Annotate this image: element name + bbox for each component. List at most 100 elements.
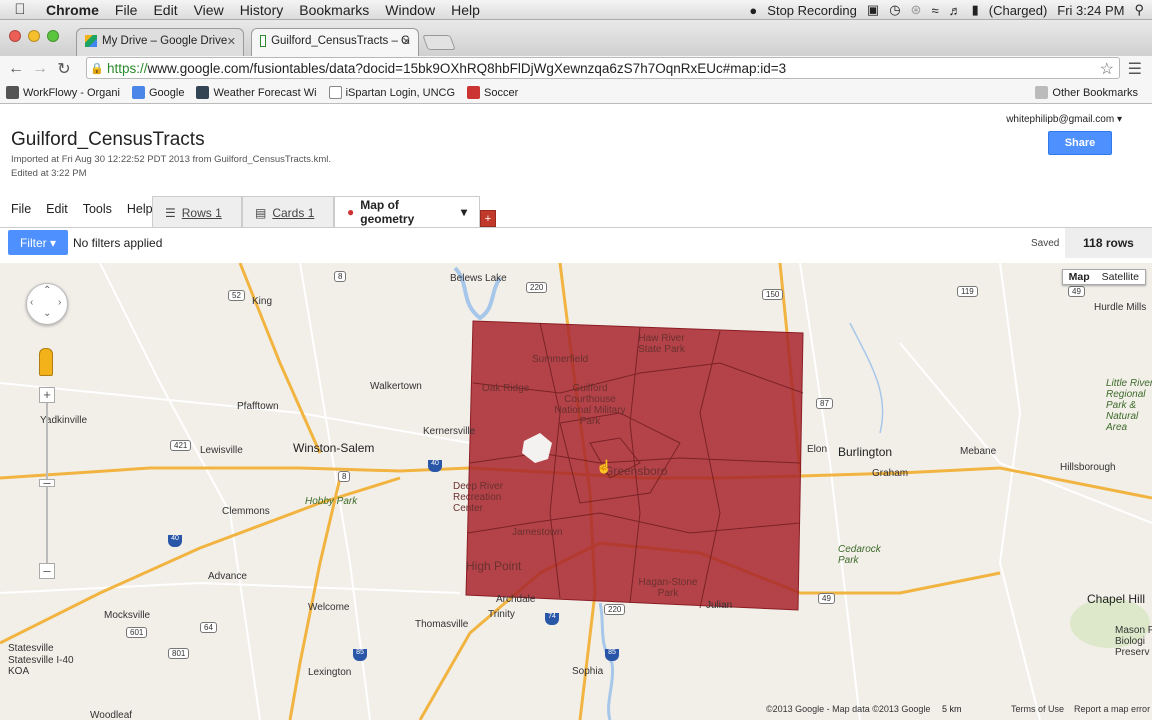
report-error-link[interactable]: Report a map error (1074, 704, 1150, 714)
share-button[interactable]: Share (1048, 131, 1112, 155)
map-label: Mocksville (104, 610, 151, 621)
menu-window[interactable]: Window (377, 2, 443, 18)
pan-up-icon[interactable]: ⌃ (43, 285, 51, 296)
route-shield: 119 (957, 286, 978, 297)
app-menu-help[interactable]: Help (127, 202, 153, 216)
menu-history[interactable]: History (232, 2, 292, 18)
map-label: Sophia (572, 666, 604, 677)
menu-bookmarks[interactable]: Bookmarks (291, 2, 377, 18)
user-account[interactable]: whitephilipb@gmail.com ▾ (1006, 114, 1122, 125)
battery-icon[interactable]: ▮ (972, 2, 979, 18)
map-label: Walkertown (370, 381, 422, 392)
tab-rows[interactable]: ☰ Rows 1 (152, 196, 242, 228)
close-tab-icon[interactable]: ✕ (227, 35, 236, 48)
map-label: Belews Lake (450, 273, 507, 284)
app-menu-tools[interactable]: Tools (83, 202, 112, 216)
bookmark-label: WorkFlowy - Organi (23, 86, 120, 99)
map-label: Statesville I-40 KOA (8, 655, 74, 677)
mouse-cursor-icon: ☝ (596, 459, 613, 474)
address-bar[interactable]: 🔒 https:// www.google.com/fusiontables/d… (86, 57, 1120, 79)
wifi-icon[interactable]: ≈ (931, 3, 938, 18)
route-shield: 220 (604, 604, 626, 615)
menu-view[interactable]: View (186, 2, 232, 18)
pan-control[interactable]: ⌃ ‹ › ⌄ (26, 283, 68, 325)
map-type-satellite[interactable]: Satellite (1096, 270, 1145, 284)
bookmark-weather[interactable]: Weather Forecast Wi (190, 86, 322, 99)
bookmark-google[interactable]: Google (126, 86, 190, 99)
zoom-in-icon[interactable]: + (39, 387, 55, 403)
display-icon[interactable]: ▣ (867, 2, 879, 18)
menu-app-name[interactable]: Chrome (40, 2, 107, 18)
route-shield: 220 (526, 282, 548, 293)
menubar-status-area: ● Stop Recording ▣ ◷ ⊛ ≈ ♬ ▮ (Charged) F… (749, 0, 1144, 20)
tab-guilford-census[interactable]: Guilford_CensusTracts – G ✕ (251, 28, 419, 56)
pan-right-icon[interactable]: › (58, 297, 61, 308)
bookmark-ispartan[interactable]: iSpartan Login, UNCG (323, 86, 461, 99)
spotlight-icon[interactable]: ⚲ (1134, 2, 1144, 18)
close-tab-icon[interactable]: ✕ (402, 35, 411, 48)
map-type-map[interactable]: Map (1063, 270, 1096, 284)
apple-icon[interactable]:  (0, 1, 40, 18)
close-window-button[interactable] (9, 30, 21, 42)
bluetooth-icon[interactable]: ⊛ (911, 2, 922, 18)
tab-cards[interactable]: ▤ Cards 1 (242, 196, 334, 228)
app-menu-file[interactable]: File (11, 202, 31, 216)
back-icon[interactable]: ← (4, 60, 28, 78)
edited-info: Edited at 3:22 PM (11, 168, 87, 179)
cards-icon: ▤ (255, 205, 267, 220)
lock-icon[interactable]: 🔒 (87, 62, 107, 75)
other-bookmarks[interactable]: Other Bookmarks (1029, 86, 1144, 99)
route-shield: 87 (816, 398, 833, 409)
map-label: Burlington (838, 445, 893, 459)
reload-icon[interactable]: ↻ (52, 59, 76, 79)
forward-icon[interactable]: → (28, 60, 52, 78)
app-menu: File Edit Tools Help (11, 202, 153, 216)
map-label: Little River Regional Park & Natural Are… (1106, 378, 1152, 433)
save-status: Saved (1031, 238, 1060, 249)
filter-button[interactable]: Filter ▾ (8, 230, 68, 255)
tab-label: Rows 1 (181, 205, 222, 220)
add-tab-button[interactable]: + (480, 210, 496, 227)
google-drive-icon (85, 35, 97, 47)
map-label: Graham (872, 468, 909, 479)
battery-status[interactable]: (Charged) (989, 3, 1048, 18)
map-scale: 5 km (942, 704, 962, 714)
minimize-window-button[interactable] (28, 30, 40, 42)
bookmark-workflowy[interactable]: WorkFlowy - Organi (0, 86, 126, 99)
map-canvas[interactable]: King Belews Lake Walkertown Pfafftown Ya… (0, 263, 1152, 720)
menu-file[interactable]: File (107, 2, 146, 18)
zoom-slider-handle[interactable]: – (39, 476, 55, 489)
map-label: Mebane (960, 446, 997, 457)
zoom-out-icon[interactable]: – (39, 563, 55, 579)
pan-left-icon[interactable]: ‹ (30, 297, 33, 308)
chrome-menu-icon[interactable]: ☰ (1128, 59, 1142, 79)
stop-recording-icon[interactable]: ● (749, 3, 757, 18)
folder-icon (1035, 86, 1049, 99)
chevron-down-icon[interactable]: ▾ (461, 205, 467, 219)
tab-my-drive[interactable]: My Drive – Google Drive ✕ (76, 28, 244, 56)
bookmark-label: Other Bookmarks (1052, 86, 1138, 99)
weather-icon (196, 86, 210, 99)
new-tab-button[interactable] (422, 35, 456, 50)
pegman-icon[interactable] (39, 348, 53, 376)
river (598, 602, 615, 720)
zoom-window-button[interactable] (47, 30, 59, 42)
bookmark-star-icon[interactable]: ☆ (1100, 59, 1114, 79)
volume-icon[interactable]: ♬ (949, 3, 962, 18)
time-machine-icon[interactable]: ◷ (889, 2, 900, 18)
tab-label: Map of geometry (360, 198, 415, 226)
bookmark-soccer[interactable]: Soccer (461, 86, 524, 99)
terms-link[interactable]: Terms of Use (1011, 704, 1064, 714)
app-menu-edit[interactable]: Edit (46, 202, 68, 216)
bookmark-label: Soccer (484, 86, 519, 99)
fusion-tables-icon (260, 35, 267, 47)
menu-edit[interactable]: Edit (145, 2, 185, 18)
route-shield: 421 (170, 440, 192, 451)
import-info: Imported at Fri Aug 30 12:22:52 PDT 2013… (11, 154, 331, 165)
clock[interactable]: Fri 3:24 PM (1057, 3, 1124, 18)
tab-map-of-geometry[interactable]: ● Map of geometry ▾ (334, 196, 480, 228)
stop-recording-label[interactable]: Stop Recording (767, 3, 857, 18)
map-label: Elon (807, 444, 828, 455)
pan-down-icon[interactable]: ⌄ (43, 308, 51, 319)
menu-help[interactable]: Help (443, 2, 488, 18)
